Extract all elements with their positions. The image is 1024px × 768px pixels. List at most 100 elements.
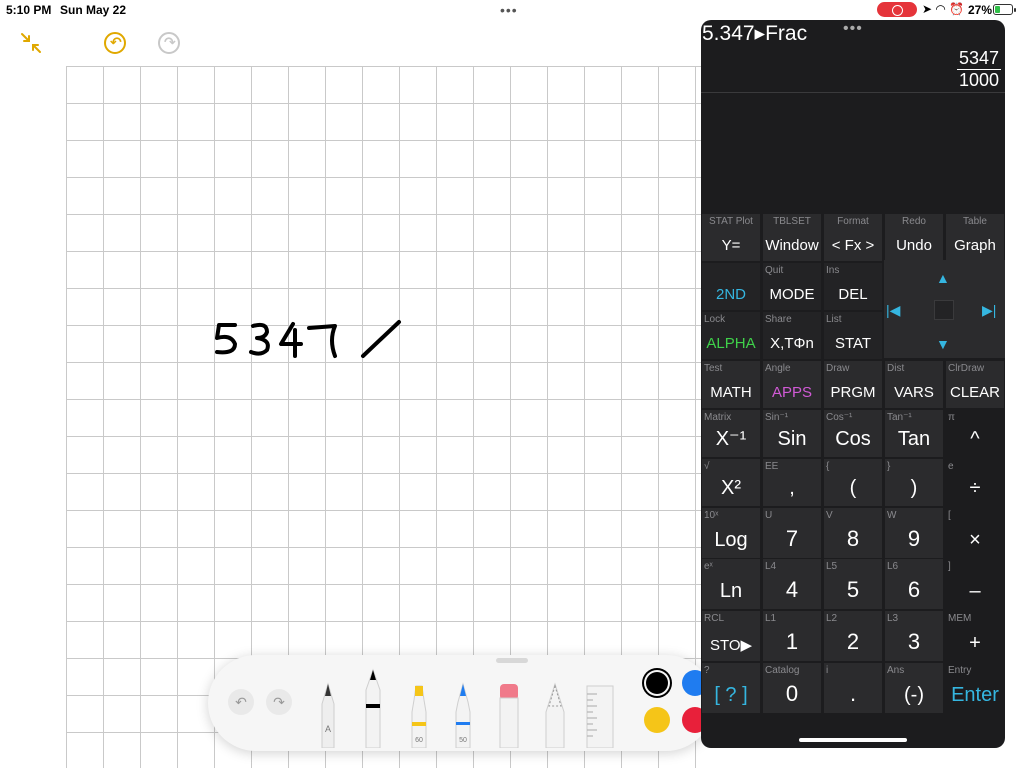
calc-key-del[interactable]: Ins DEL xyxy=(823,262,883,311)
calculator-more-icon[interactable]: ••• xyxy=(843,20,863,38)
arrow-up-icon[interactable]: ▲ xyxy=(936,270,950,286)
lasso-tool-icon[interactable] xyxy=(542,682,568,748)
calc-key-9[interactable]: W9 xyxy=(884,507,944,559)
redo-icon[interactable] xyxy=(158,32,180,54)
calc-key-secondary-label: Entry xyxy=(948,665,972,676)
palette-undo-icon[interactable]: ↶ xyxy=(228,689,254,715)
pencil-tool-icon[interactable] xyxy=(362,668,384,748)
calc-key-x[interactable]: Matrix X⁻¹ xyxy=(701,409,761,458)
calc-key-secondary-label: V xyxy=(826,510,833,521)
calc-key-label: 9 xyxy=(907,526,921,551)
calc-key-secondary-label: RCL xyxy=(704,613,725,624)
calc-key-8[interactable]: V8 xyxy=(823,507,883,559)
calc-key-2[interactable]: L2 2 xyxy=(823,610,883,662)
calc-key-enter[interactable]: Entry Enter xyxy=(945,662,1005,714)
calc-key-secondary-label: { xyxy=(826,461,830,472)
palette-redo-icon[interactable]: ↷ xyxy=(266,689,292,715)
calc-key-label: MATH xyxy=(710,384,752,401)
calc-key-secondary-label: L3 xyxy=(887,613,899,624)
marker-tool-icon[interactable]: 50 xyxy=(452,682,474,748)
calc-key-[interactable]: Ans (-) xyxy=(884,662,944,714)
calc-key-label: 2ND xyxy=(715,286,746,303)
arrow-right-icon[interactable]: ▶| xyxy=(982,302,996,319)
calc-key-stat[interactable]: List STAT xyxy=(823,311,883,360)
calc-key-label: 2 xyxy=(846,629,860,654)
color-swatch-black[interactable] xyxy=(646,672,668,694)
calc-key-[interactable]: {( xyxy=(823,458,883,507)
calc-key-label: 7 xyxy=(785,526,799,551)
calc-key-3[interactable]: L3 3 xyxy=(884,610,944,662)
calc-key-[interactable]: i. xyxy=(823,662,883,714)
palette-grabber-handle[interactable] xyxy=(496,658,528,663)
battery-icon xyxy=(993,4,1016,15)
calc-key-label: – xyxy=(969,580,981,602)
calc-key-[interactable]: }) xyxy=(884,458,944,507)
calc-key-apps[interactable]: Angle APPS xyxy=(762,360,822,409)
calc-key-[interactable]: [× xyxy=(945,507,1005,559)
pen-tool-icon[interactable]: A xyxy=(318,682,338,748)
result-denominator: 1000 xyxy=(958,70,999,90)
calc-key-log[interactable]: 10ˣ Log xyxy=(701,507,761,559)
calc-key-2nd[interactable]: 2ND xyxy=(701,262,761,311)
calc-key-[interactable]: π ^ xyxy=(945,409,1005,458)
calc-key-alpha[interactable]: Lock ALPHA xyxy=(701,311,761,360)
calc-key-label: 1 xyxy=(785,629,799,654)
calc-key-label: ALPHA xyxy=(706,335,756,352)
calc-key-mode[interactable]: Quit MODE xyxy=(762,262,822,311)
svg-text:60: 60 xyxy=(415,737,423,744)
calc-key-[interactable]: ] – xyxy=(945,558,1005,610)
arrow-down-icon[interactable]: ▼ xyxy=(936,336,950,352)
calc-key-x-t-n[interactable]: Share X,TΦn xyxy=(762,311,822,360)
calc-key-prgm[interactable]: Draw PRGM xyxy=(823,360,883,409)
multitasking-dots-icon[interactable]: ••• xyxy=(500,2,518,18)
calc-key-window[interactable]: TBLSET Window xyxy=(762,213,822,262)
calc-key-x[interactable]: √ X² xyxy=(701,458,761,507)
calc-key-[interactable]: e ÷ xyxy=(945,458,1005,507)
collapse-icon[interactable] xyxy=(20,32,42,54)
calc-key-math[interactable]: Test MATH xyxy=(701,360,761,409)
calc-key-tan[interactable]: Tan⁻¹ Tan xyxy=(884,409,944,458)
color-swatch-yellow[interactable] xyxy=(644,707,670,733)
calc-key-label: Window xyxy=(765,237,819,254)
calc-key-label: 6 xyxy=(907,577,921,602)
calc-key-secondary-label: L6 xyxy=(887,561,899,572)
screen-recording-icon[interactable] xyxy=(877,2,917,17)
calc-key-sto[interactable]: RCL STO▶ xyxy=(701,610,761,662)
calc-key-undo[interactable]: Redo Undo xyxy=(884,213,944,262)
calc-key-[interactable]: EE, xyxy=(762,458,822,507)
calc-key-secondary-label: STAT Plot xyxy=(709,216,753,227)
arrow-left-icon[interactable]: |◀ xyxy=(886,302,900,319)
wifi-icon: ◠ xyxy=(935,2,946,16)
calc-key-5[interactable]: L5 5 xyxy=(823,558,883,610)
calc-key-fx[interactable]: Format < Fx > xyxy=(823,213,883,262)
calc-key-label: 0 xyxy=(785,681,799,706)
home-indicator[interactable] xyxy=(799,738,907,742)
calc-key-1[interactable]: L1 1 xyxy=(762,610,822,662)
calc-key-sin[interactable]: Sin⁻¹ Sin xyxy=(762,409,822,458)
calc-key-cos[interactable]: Cos⁻¹ Cos xyxy=(823,409,883,458)
calc-key-4[interactable]: L4 4 xyxy=(762,558,822,610)
calc-key-secondary-label: 10ˣ xyxy=(704,510,719,521)
calc-key-7[interactable]: U7 xyxy=(762,507,822,559)
calc-key-0[interactable]: Catalog 0 xyxy=(762,662,822,714)
calc-key-graph[interactable]: Table Graph xyxy=(945,213,1005,262)
calc-key-ln[interactable]: eˣ Ln xyxy=(701,558,761,610)
ruler-tool-icon[interactable] xyxy=(585,682,615,748)
eraser-tool-icon[interactable] xyxy=(496,682,522,748)
calc-key-[interactable]: MEM + xyxy=(945,610,1005,662)
battery-percentage: 27% xyxy=(968,3,993,17)
calc-key-label: 5 xyxy=(846,577,860,602)
calc-key-clear[interactable]: ClrDraw CLEAR xyxy=(945,360,1005,409)
calc-key-label: DEL xyxy=(838,286,868,303)
calc-key-label: . xyxy=(849,681,857,706)
calc-key-secondary-label: } xyxy=(887,461,891,472)
calculator-result: 5347 1000 xyxy=(956,48,1001,91)
highlighter-tool-icon[interactable]: 60 xyxy=(408,682,430,748)
calc-key-secondary-label: Catalog xyxy=(765,665,800,676)
calc-key-6[interactable]: L6 6 xyxy=(884,558,944,610)
calc-key-label: Ln xyxy=(719,580,743,602)
calc-key-y[interactable]: STAT Plot Y= xyxy=(701,213,761,262)
undo-icon[interactable] xyxy=(104,32,126,54)
calc-key-[interactable]: ? [ ? ] xyxy=(701,662,761,714)
calc-key-vars[interactable]: Dist VARS xyxy=(884,360,944,409)
